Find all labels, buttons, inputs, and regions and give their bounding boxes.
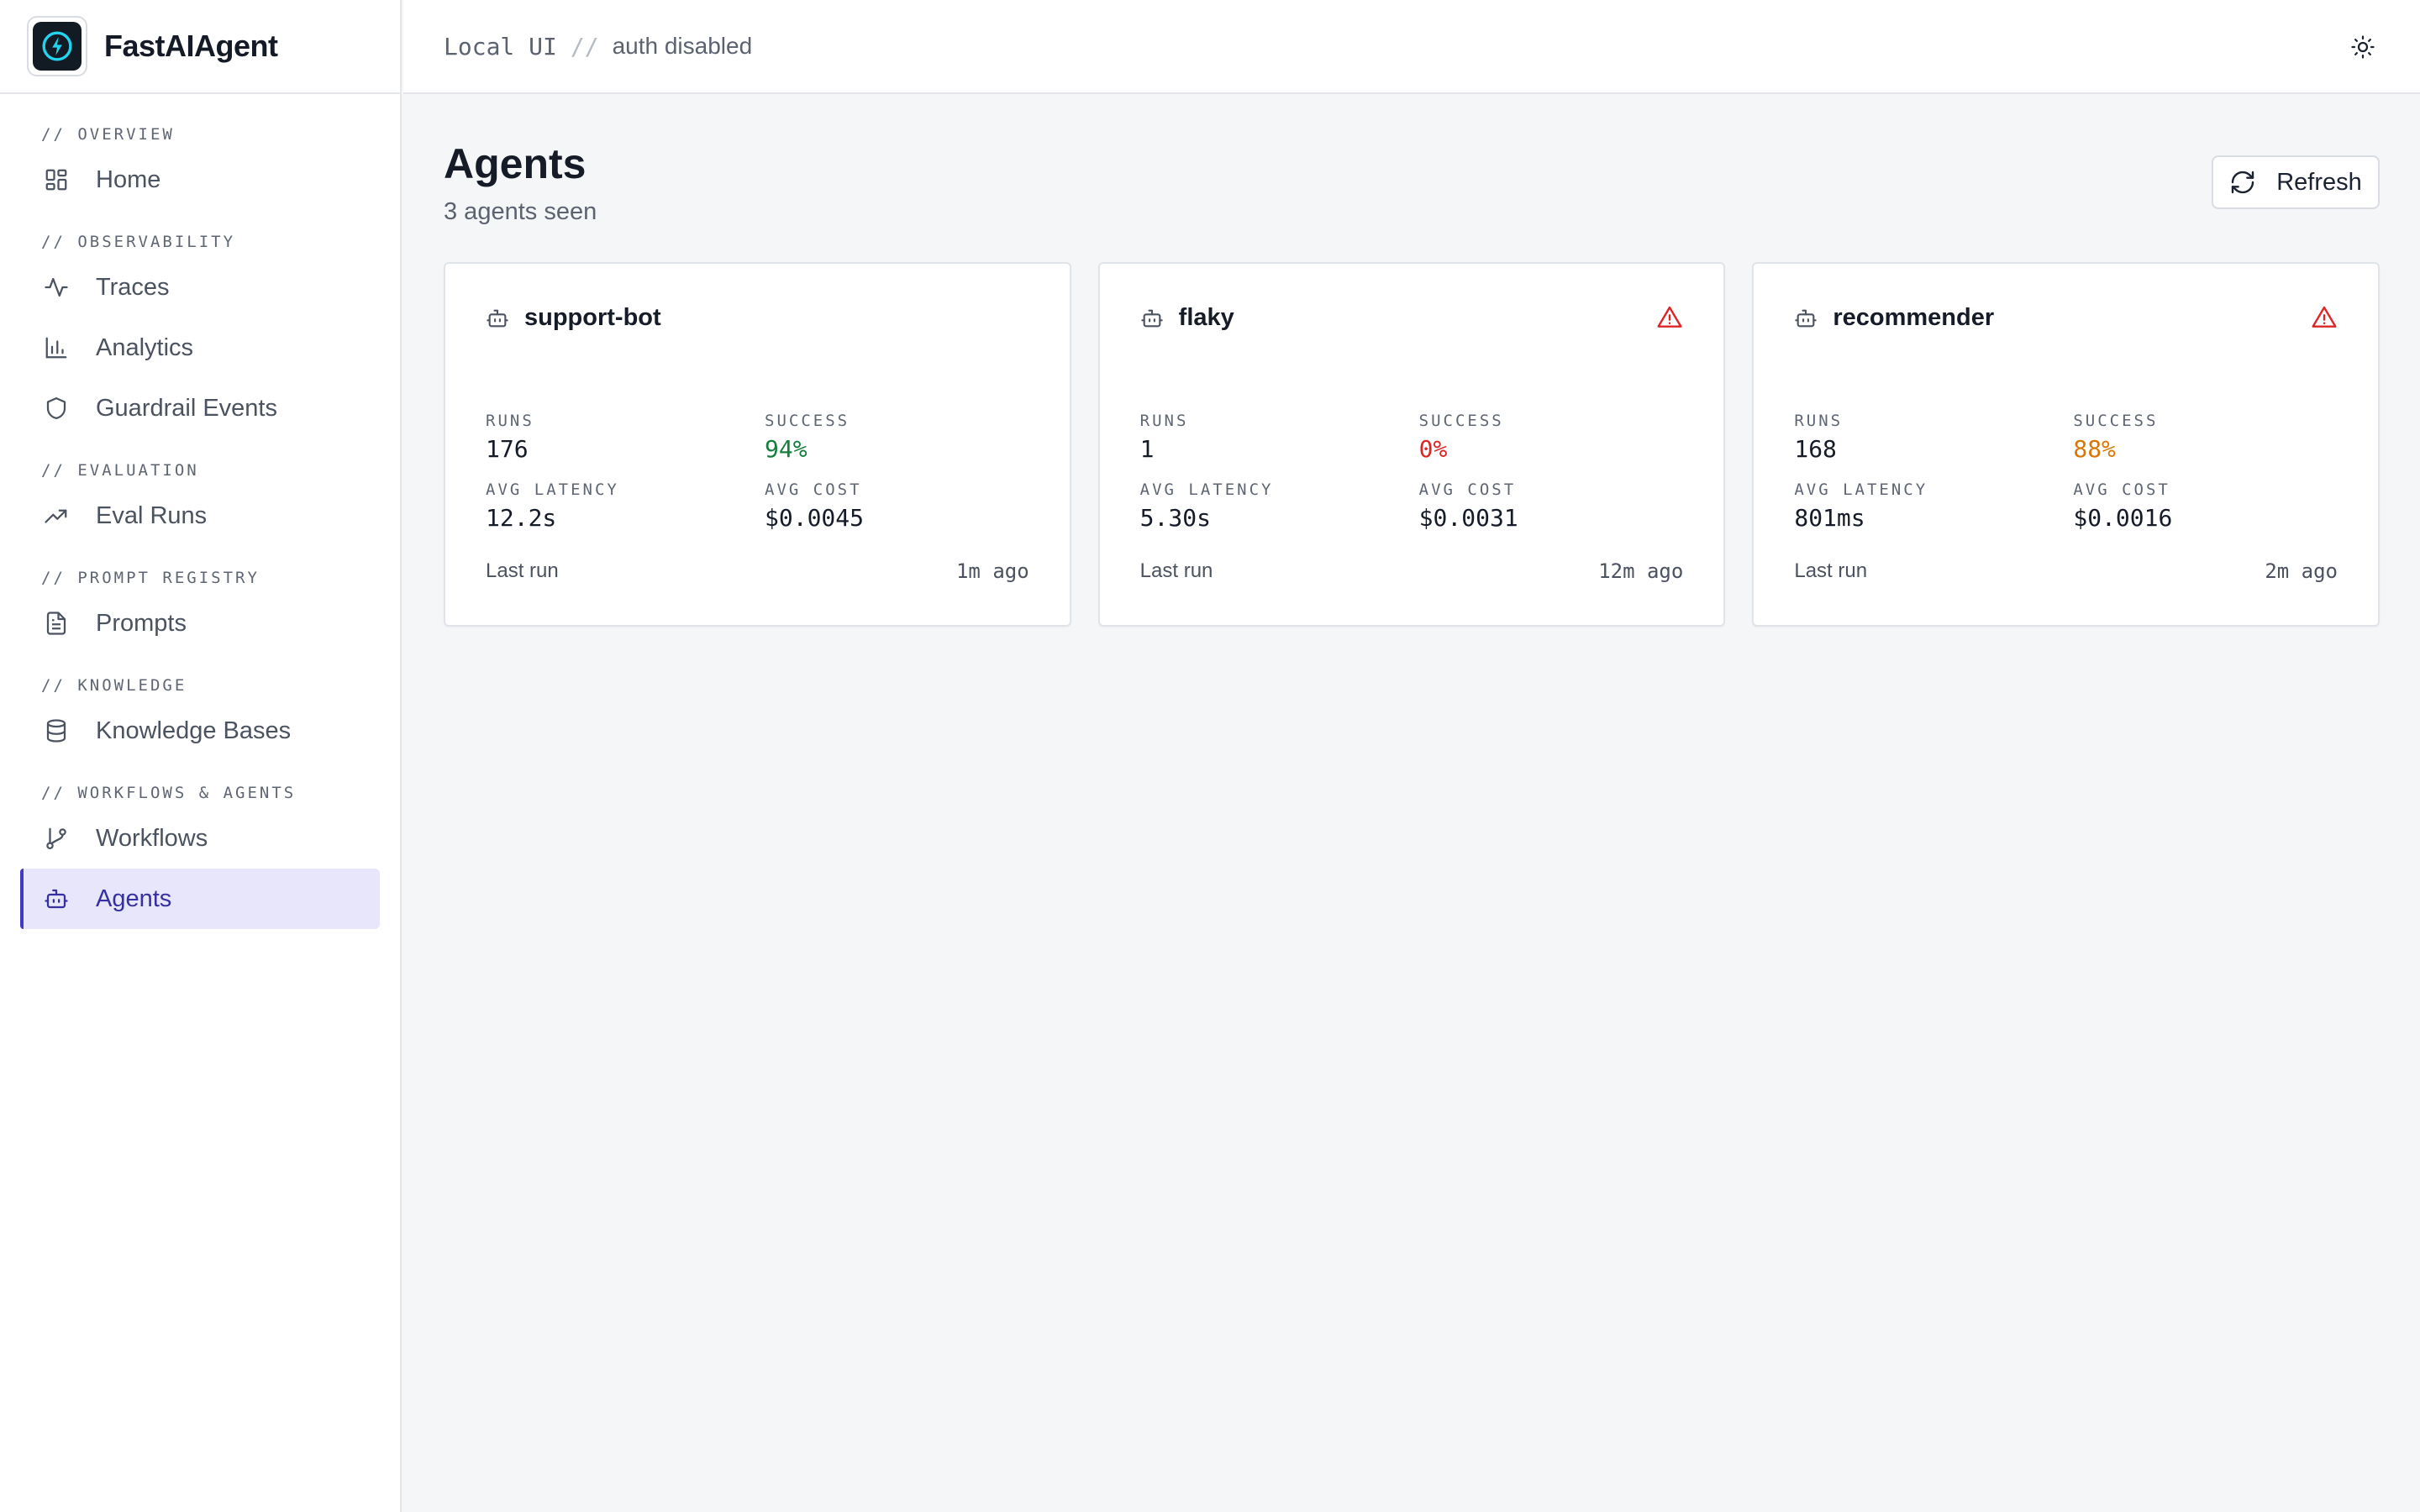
bot-icon bbox=[487, 309, 508, 327]
section-label-workflows-agents: // WORKFLOWS & AGENTS bbox=[41, 784, 297, 802]
cost-value: $0.0031 bbox=[1418, 504, 1518, 532]
database-icon bbox=[42, 717, 71, 745]
file-text-icon bbox=[42, 609, 71, 638]
runs-value: 1 bbox=[1139, 435, 1155, 463]
bot-icon bbox=[1140, 309, 1163, 327]
success-value: 94% bbox=[765, 435, 808, 463]
success-label: SUCCESS bbox=[765, 412, 850, 430]
latency-value: 801ms bbox=[1794, 504, 1865, 532]
sidebar-item-eval-runs[interactable]: Eval Runs bbox=[20, 486, 380, 546]
section-label-overview: // OVERVIEW bbox=[41, 125, 175, 144]
shield-icon bbox=[42, 394, 71, 423]
brand[interactable]: FastAIAgent bbox=[0, 0, 400, 94]
topbar: Local UI // auth disabled bbox=[403, 0, 2420, 94]
last-run-value: 1m ago bbox=[955, 559, 1029, 583]
agent-card-recommender[interactable]: recommender RUNS 168 SUCCESS 88% AVG LAT… bbox=[1752, 262, 2381, 627]
bar-chart-icon bbox=[42, 333, 71, 362]
last-run-value: 12m ago bbox=[1598, 559, 1684, 583]
logo bbox=[27, 16, 87, 76]
runs-value: 168 bbox=[1794, 435, 1837, 463]
agent-name: flaky bbox=[1178, 304, 1234, 331]
sidebar-item-prompts[interactable]: Prompts bbox=[20, 593, 380, 654]
git-branch-icon bbox=[42, 824, 71, 853]
warning-triangle-icon bbox=[1657, 306, 1682, 328]
sidebar-item-label: Eval Runs bbox=[96, 501, 208, 529]
breadcrumb-separator: // bbox=[570, 32, 599, 60]
sidebar-item-label: Workflows bbox=[96, 824, 208, 852]
refresh-button[interactable]: Refresh bbox=[2212, 155, 2380, 209]
app-name: FastAIAgent bbox=[104, 29, 278, 63]
sidebar-item-label: Guardrail Events bbox=[96, 394, 277, 422]
sidebar-item-label: Knowledge Bases bbox=[96, 717, 292, 744]
success-label: SUCCESS bbox=[2073, 412, 2159, 430]
section-label-evaluation: // EVALUATION bbox=[41, 461, 199, 480]
activity-icon bbox=[42, 273, 71, 302]
page-title: Agents bbox=[444, 140, 587, 187]
bot-icon bbox=[42, 885, 71, 913]
latency-label: AVG LATENCY bbox=[486, 480, 619, 499]
sidebar-item-workflows[interactable]: Workflows bbox=[20, 808, 380, 869]
agent-card-flaky[interactable]: flaky RUNS 1 SUCCESS 0% AVG LATENCY 5.30… bbox=[1097, 262, 1726, 627]
sidebar-item-agents[interactable]: Agents bbox=[20, 869, 380, 929]
sidebar-item-label: Agents bbox=[96, 885, 172, 912]
sidebar-item-home[interactable]: Home bbox=[20, 150, 380, 210]
latency-label: AVG LATENCY bbox=[1794, 480, 1928, 499]
agent-card-support-bot[interactable]: support-bot RUNS 176 SUCCESS 94% AVG LAT… bbox=[444, 262, 1071, 627]
sidebar-item-knowledge-bases[interactable]: Knowledge Bases bbox=[20, 701, 380, 761]
section-label-observability: // OBSERVABILITY bbox=[41, 233, 236, 251]
grid-icon bbox=[42, 165, 71, 194]
cost-value: $0.0016 bbox=[2073, 504, 2173, 532]
agent-name: recommender bbox=[1833, 304, 1995, 331]
section-label-prompt-registry: // PROMPT REGISTRY bbox=[41, 569, 260, 587]
sidebar: FastAIAgent // OVERVIEW Home // OBSERVAB… bbox=[0, 0, 402, 1512]
section-label-knowledge: // KNOWLEDGE bbox=[41, 676, 187, 695]
success-label: SUCCESS bbox=[1418, 412, 1504, 430]
sidebar-item-traces[interactable]: Traces bbox=[20, 257, 380, 318]
latency-label: AVG LATENCY bbox=[1139, 480, 1274, 499]
last-run-label: Last run bbox=[486, 559, 559, 582]
agent-cards: support-bot RUNS 176 SUCCESS 94% AVG LAT… bbox=[444, 262, 2381, 627]
cost-label: AVG COST bbox=[1418, 480, 1517, 499]
sidebar-item-label: Analytics bbox=[96, 333, 194, 361]
runs-label: RUNS bbox=[486, 412, 534, 430]
sidebar-item-label: Home bbox=[96, 165, 161, 193]
latency-value: 12.2s bbox=[486, 504, 557, 532]
runs-value: 176 bbox=[486, 435, 529, 463]
sun-icon bbox=[2351, 35, 2375, 59]
warning-triangle-icon bbox=[2312, 306, 2337, 328]
breadcrumb-auth: auth disabled bbox=[612, 33, 753, 59]
agent-name: support-bot bbox=[524, 304, 661, 331]
sidebar-item-guardrail-events[interactable]: Guardrail Events bbox=[20, 378, 380, 438]
success-value: 88% bbox=[2073, 435, 2116, 463]
breadcrumb-mode: Local UI bbox=[444, 32, 557, 60]
sidebar-item-label: Prompts bbox=[96, 609, 187, 637]
main-content: Agents 3 agents seen Refresh support-bot… bbox=[403, 96, 2420, 1512]
bot-icon bbox=[1795, 309, 1818, 327]
cost-label: AVG COST bbox=[765, 480, 862, 499]
sidebar-item-analytics[interactable]: Analytics bbox=[20, 318, 380, 378]
refresh-icon bbox=[2232, 171, 2254, 194]
trending-up-icon bbox=[42, 501, 71, 530]
runs-label: RUNS bbox=[1139, 412, 1189, 430]
page-subtitle: 3 agents seen bbox=[444, 198, 597, 225]
last-run-value: 2m ago bbox=[2265, 559, 2338, 583]
cost-value: $0.0045 bbox=[765, 504, 865, 532]
latency-value: 5.30s bbox=[1139, 504, 1211, 532]
runs-label: RUNS bbox=[1794, 412, 1844, 430]
last-run-label: Last run bbox=[1794, 559, 1868, 582]
sidebar-nav: // OVERVIEW Home // OBSERVABILITY Traces bbox=[0, 94, 400, 929]
refresh-label: Refresh bbox=[2276, 168, 2362, 196]
success-value: 0% bbox=[1418, 435, 1448, 463]
cost-label: AVG COST bbox=[2073, 480, 2170, 499]
lightning-logo-icon bbox=[42, 31, 72, 61]
sidebar-item-label: Traces bbox=[96, 273, 170, 301]
theme-toggle-button[interactable] bbox=[2346, 30, 2380, 64]
last-run-label: Last run bbox=[1139, 559, 1213, 582]
